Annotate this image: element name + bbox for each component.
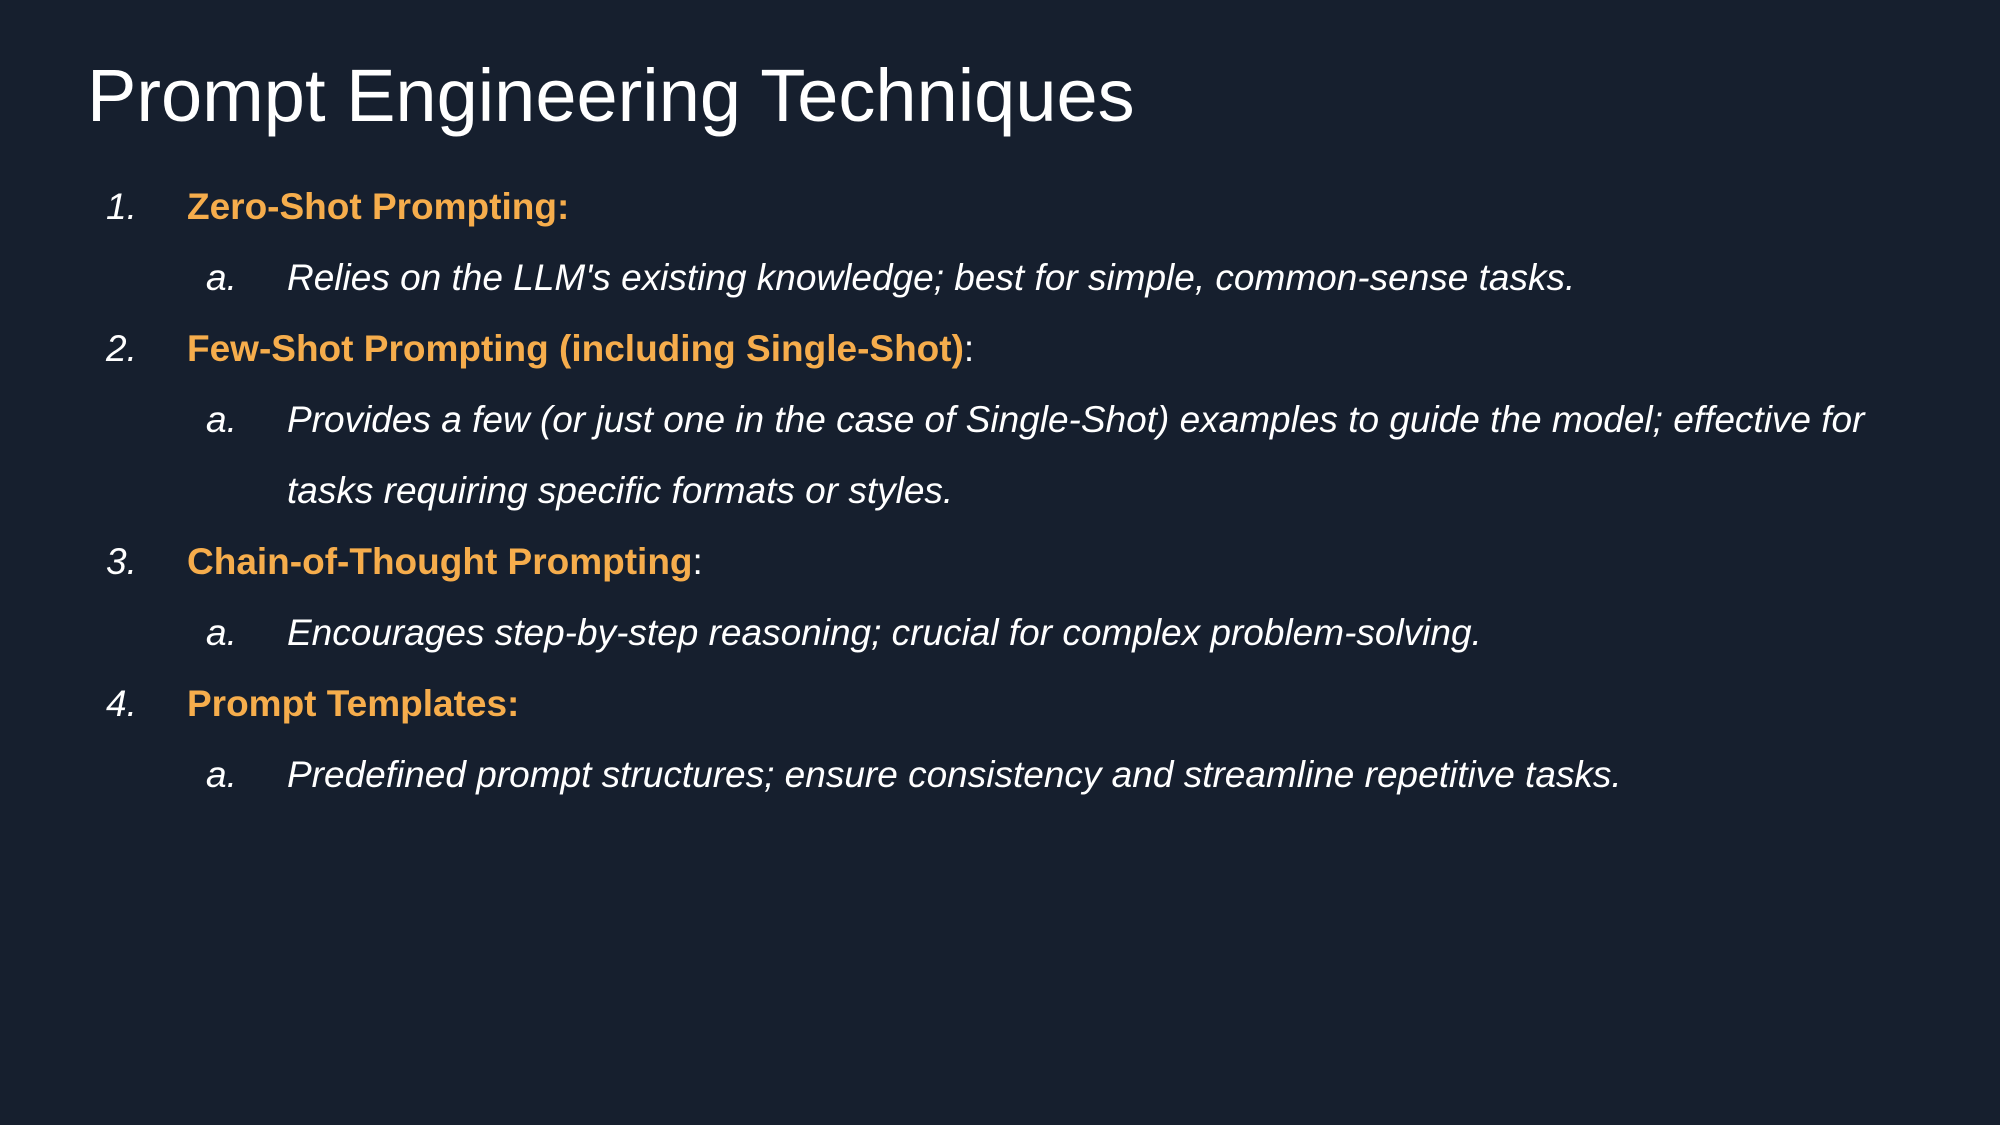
sub-item-text: Provides a few (or just one in the case … — [287, 399, 1865, 440]
sub-item-text-continued: tasks requiring specific formats or styl… — [287, 470, 954, 511]
sub-item: a. Predefined prompt structures; ensure … — [0, 739, 2000, 810]
item-heading: Prompt Templates: — [187, 668, 519, 739]
list-item: 2. Few-Shot Prompting (including Single-… — [0, 313, 2000, 384]
technique-list: 1. Zero-Shot Prompting: a. Relies on the… — [0, 171, 2000, 810]
item-heading-text: Prompt Templates: — [187, 683, 520, 724]
sub-item-letter: a. — [206, 257, 237, 298]
item-heading-colon: : — [963, 328, 975, 369]
item-number: 1. — [106, 186, 137, 227]
item-heading: Zero-Shot Prompting: — [187, 171, 569, 242]
item-heading-text: Zero-Shot Prompting: — [187, 186, 570, 227]
item-heading-colon: : — [692, 541, 703, 582]
list-item: 3. Chain-of-Thought Prompting: — [0, 526, 2000, 597]
sub-item: a. Encourages step-by-step reasoning; cr… — [0, 597, 2000, 668]
sub-item-text: Predefined prompt structures; ensure con… — [287, 754, 1622, 795]
item-heading-text: Chain-of-Thought Prompting — [187, 541, 693, 582]
list-item: 1. Zero-Shot Prompting: — [0, 171, 2000, 242]
slide: Prompt Engineering Techniques 1. Zero-Sh… — [0, 0, 2000, 1125]
sub-item-letter: a. — [206, 754, 237, 795]
slide-title: Prompt Engineering Techniques — [87, 54, 1135, 137]
list-item: 4. Prompt Templates: — [0, 668, 2000, 739]
item-number: 2. — [106, 328, 137, 369]
sub-item-text: Encourages step-by-step reasoning; cruci… — [287, 612, 1482, 653]
sub-item-continuation: tasks requiring specific formats or styl… — [0, 455, 2000, 526]
sub-item-letter: a. — [206, 612, 237, 653]
sub-item-text: Relies on the LLM's existing knowledge; … — [287, 257, 1576, 298]
item-heading: Chain-of-Thought Prompting: — [187, 526, 703, 597]
sub-item-letter: a. — [206, 399, 237, 440]
item-heading-text: Few-Shot Prompting (including Single-Sho… — [187, 328, 964, 369]
item-number: 4. — [106, 683, 137, 724]
item-heading: Few-Shot Prompting (including Single-Sho… — [187, 313, 974, 384]
sub-item: a. Relies on the LLM's existing knowledg… — [0, 242, 2000, 313]
sub-item: a. Provides a few (or just one in the ca… — [0, 384, 2000, 455]
item-number: 3. — [106, 541, 137, 582]
